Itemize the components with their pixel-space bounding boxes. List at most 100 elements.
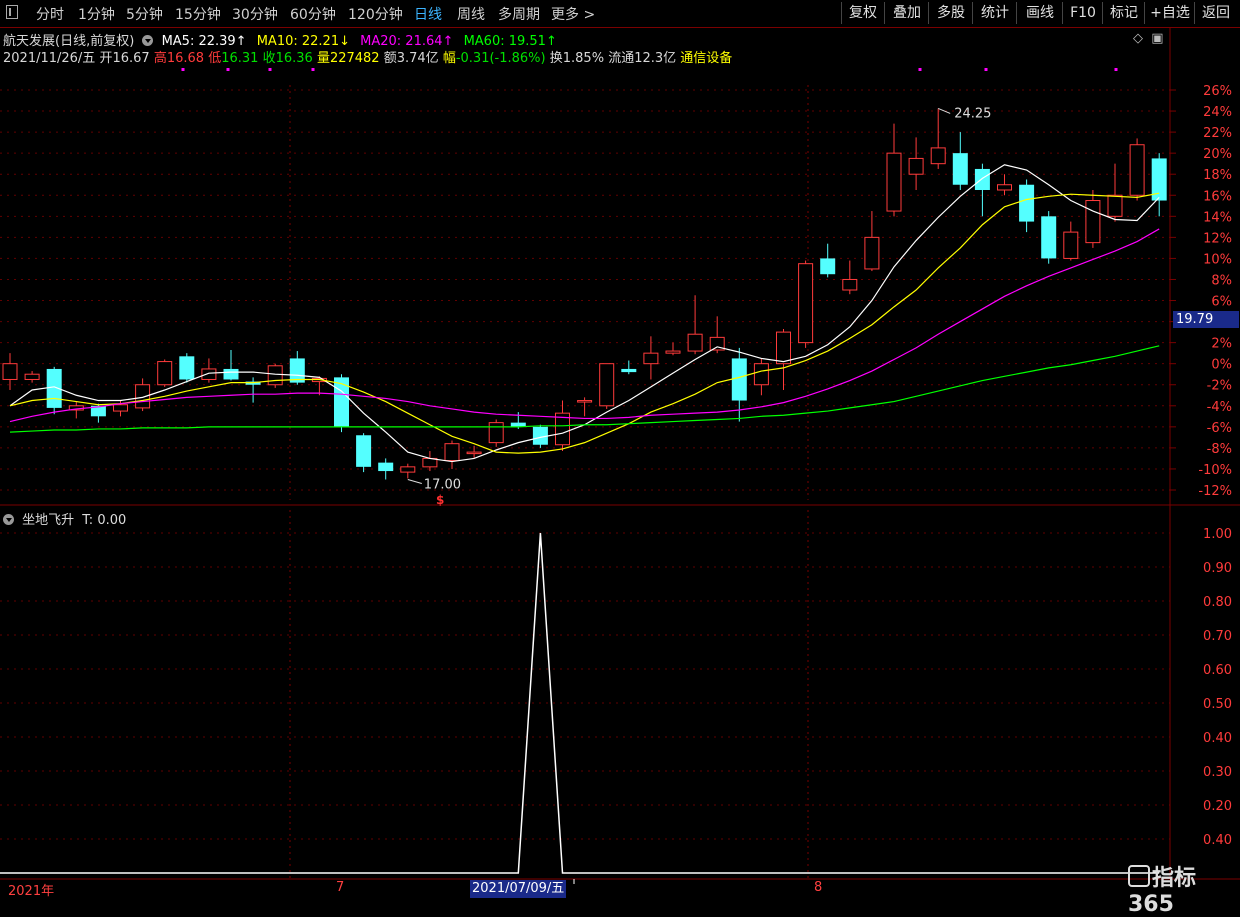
candle-body-51 [1129,144,1145,196]
ytick-label-ind-6: 0.40 [1203,731,1232,746]
candle-body-4 [90,405,106,417]
candle-body-33 [731,358,747,401]
diamond-icon[interactable]: ◇ [1133,31,1143,46]
toolbar-period-5[interactable]: 60分钟 [290,4,336,24]
candle-body-15 [334,377,349,427]
dropdown-icon[interactable] [142,35,154,46]
candle-body-0 [2,363,18,380]
quote-close: 16.36 [275,51,313,66]
candle-body-48 [1063,231,1079,259]
low-marker [407,478,422,484]
indicator-dropdown-icon[interactable] [3,514,14,525]
quote-sector[interactable]: 通信设备 [680,51,732,66]
candle-body-47 [1041,216,1057,259]
quote-open: 开16.67 [99,51,150,66]
quote-low: 16.31 [221,51,259,66]
quote-high: 16.68 [166,51,205,66]
quote-close-label: 收 [262,51,276,66]
quote-float: 流通12.3亿 [608,51,677,66]
toolbar-period-1[interactable]: 1分钟 [78,4,115,24]
candle-body-22 [488,422,504,444]
candle-body-7 [157,361,173,386]
ytick-label-main-13: 0% [1211,358,1232,373]
ytick-label-main-9: 8% [1211,273,1232,288]
toolbar-period-7[interactable]: 日线 [414,4,442,24]
panel-toggle-icon[interactable] [6,5,18,19]
candle-body-31 [687,333,703,352]
candle-body-1 [24,373,40,380]
current-price-tag: 19.79 [1173,311,1239,328]
ytick-label-main-12: 2% [1211,337,1232,352]
window-icon[interactable]: ▣ [1151,31,1163,46]
toolbar-period-6[interactable]: 120分钟 [348,4,403,24]
ma-line-ma10 [9,192,1160,454]
indicator-title: 坐地飞升 T: 0.00 [3,509,126,528]
ytick-label-main-7: 12% [1203,231,1232,246]
indicator-name[interactable]: 坐地飞升 [22,513,74,528]
chart-controls: ◇ ▣ [1133,31,1164,46]
toolbar-button-4[interactable]: 画线 [1016,2,1063,24]
toolbar-button-8[interactable]: 返回 [1194,2,1237,24]
candle-body-37 [820,258,836,275]
candle-body-8 [179,356,195,380]
toolbar-period-9[interactable]: 多周期 [498,4,540,24]
quote-line: 2021/11/26/五 开16.67 高16.68 低16.31 收16.36… [3,47,732,66]
ma-line-ma20 [9,228,1160,423]
toolbar-period-4[interactable]: 30分钟 [232,4,278,24]
signal-dot-6 [1114,68,1118,71]
candle-body-17 [378,462,394,472]
ytick-label-ind-1: 0.90 [1203,561,1232,576]
toolbar-period-8[interactable]: 周线 [457,4,485,24]
quote-low-label: 低 [208,51,222,66]
high-marker [938,107,951,114]
toolbar-period-3[interactable]: 15分钟 [175,4,221,24]
candle-body-12 [267,365,283,386]
toolbar-period-0[interactable]: 分时 [36,4,64,24]
candle-body-46 [1019,184,1035,222]
quote-high-label: 高 [153,51,167,66]
ma-line-ma60 [9,345,1160,433]
toolbar-button-3[interactable]: 统计 [972,2,1017,24]
candle-body-50 [1107,194,1123,217]
date-month-8: 8 [814,880,823,895]
candle-body-42 [930,147,946,165]
signal-dot-2 [268,68,272,71]
logo-icon [1128,865,1150,887]
toolbar-button-6[interactable]: 标记 [1102,2,1145,24]
toolbar-button-0[interactable]: 复权 [841,2,884,24]
candle-body-45 [997,184,1012,191]
ytick-label-main-19: -12% [1198,484,1232,499]
ytick-label-main-14: -2% [1207,379,1232,394]
candle-body-23 [510,422,526,427]
candle-body-19 [422,457,438,468]
candle-body-35 [776,331,791,365]
ytick-label-main-16: -6% [1207,421,1232,436]
candle-body-21 [466,451,482,455]
signal-dot-1 [226,68,230,71]
candle-body-30 [665,350,681,354]
quote-amount: 额3.74亿 [383,51,439,66]
candle-body-43 [952,153,968,185]
candlestick-chart: 26%24%22%20%18%16%14%12%10%8%6%4%2%0%-2%… [0,27,1240,884]
toolbar-button-1[interactable]: 叠加 [884,2,929,24]
toolbar-period-10[interactable]: 更多 > [551,4,595,24]
ytick-label-ind-0: 1.00 [1203,527,1232,542]
ma-line-ma5 [9,164,1160,463]
indicator-value: T: 0.00 [82,513,127,528]
toolbar-button-7[interactable]: +自选 [1144,2,1195,24]
candle-body-9 [201,368,217,380]
date-year: 2021年 [8,884,55,899]
candle-body-6 [135,384,151,409]
candle-body-18 [400,466,416,473]
candle-body-27 [599,363,615,407]
candle-body-32 [709,336,725,351]
quote-change: -0.31(-1.86%) [455,51,546,66]
toolbar-period-2[interactable]: 5分钟 [126,4,163,24]
candle-body-34 [753,363,769,386]
toolbar-button-5[interactable]: F10 [1062,2,1103,24]
candle-body-29 [643,352,659,365]
toolbar-button-2[interactable]: 多股 [928,2,973,24]
ytick-label-main-18: -10% [1198,463,1232,478]
candle-body-10 [223,368,239,380]
candle-body-44 [974,168,990,190]
